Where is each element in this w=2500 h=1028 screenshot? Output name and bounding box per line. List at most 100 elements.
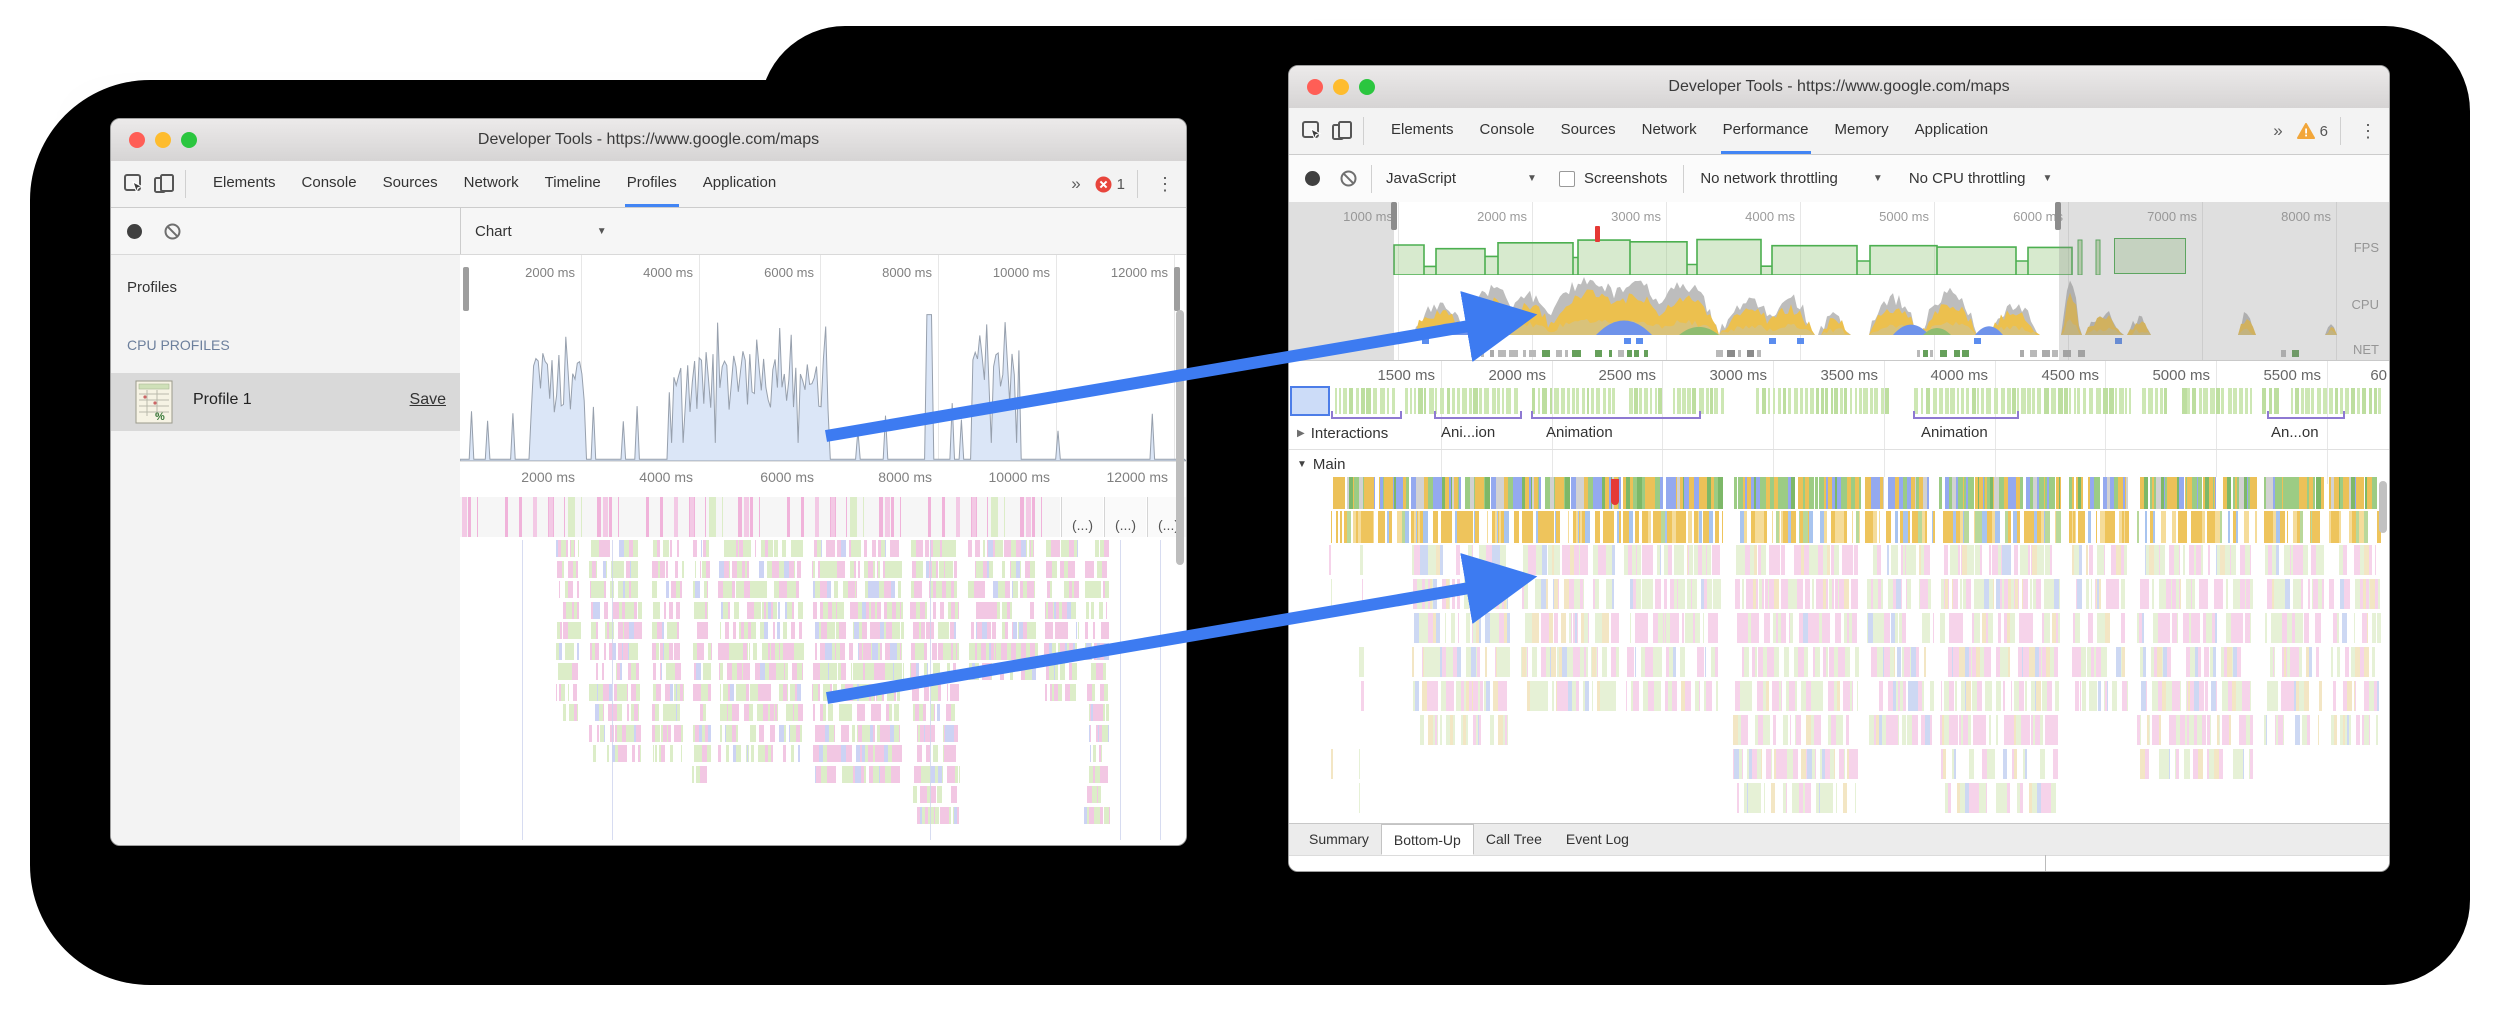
frame-bar[interactable] bbox=[2187, 388, 2190, 414]
frame-bar[interactable] bbox=[2239, 388, 2243, 414]
flamechart-row-segment[interactable] bbox=[910, 602, 959, 619]
main-flame-row-segment[interactable] bbox=[2072, 647, 2125, 677]
main-flame-row-segment[interactable] bbox=[1329, 613, 1331, 643]
main-flame-row-segment[interactable] bbox=[1733, 477, 1861, 509]
main-flame-row-segment[interactable] bbox=[2265, 545, 2324, 575]
flamechart-row-segment[interactable] bbox=[718, 745, 800, 762]
flamechart-row-segment[interactable] bbox=[721, 602, 803, 619]
frame-bar[interactable] bbox=[1881, 388, 1884, 414]
main-flame-row-segment[interactable] bbox=[2266, 579, 2324, 609]
tab-sources[interactable]: Sources bbox=[381, 161, 440, 207]
disclosure-triangle-icon[interactable]: ▶ bbox=[1297, 428, 1305, 439]
js-profiling-select[interactable]: JavaScript ▼ bbox=[1386, 170, 1537, 187]
flamechart-row-segment[interactable] bbox=[695, 704, 709, 721]
main-flame-row-segment[interactable] bbox=[1414, 613, 1510, 643]
frame-bar[interactable] bbox=[2125, 388, 2127, 414]
main-flame-row-segment[interactable] bbox=[1412, 647, 1510, 677]
flamechart-row-segment[interactable] bbox=[913, 725, 958, 742]
flamechart-row-segment[interactable] bbox=[1084, 807, 1110, 824]
flamechart-row-segment[interactable] bbox=[1046, 540, 1078, 557]
main-flame-row-segment[interactable] bbox=[1362, 715, 1363, 745]
main-flame-row-segment[interactable] bbox=[1359, 783, 1360, 813]
device-toolbar-icon-button[interactable] bbox=[149, 161, 179, 207]
frame-bar[interactable] bbox=[2074, 388, 2076, 414]
network-throttling-select[interactable]: No network throttling ▼ bbox=[1700, 170, 1882, 187]
frame-bar[interactable] bbox=[1794, 388, 1798, 414]
flamechart-row-segment[interactable] bbox=[911, 643, 959, 660]
profile-name[interactable]: Profile 1 bbox=[193, 391, 252, 409]
flamechart-row-segment[interactable] bbox=[1087, 786, 1106, 803]
frame-bar[interactable] bbox=[2210, 388, 2215, 414]
flamechart-row-segment[interactable] bbox=[652, 725, 683, 742]
frame-bar[interactable] bbox=[2115, 388, 2117, 414]
flamechart-row-segment[interactable] bbox=[556, 540, 579, 557]
flamechart-row-segment[interactable] bbox=[719, 663, 803, 680]
flamechart-row-segment[interactable] bbox=[588, 622, 642, 639]
tab-sources[interactable]: Sources bbox=[1559, 108, 1618, 154]
frame-bar[interactable] bbox=[1805, 388, 1808, 414]
main-flame-row-segment[interactable] bbox=[2264, 511, 2324, 543]
profile-list-item[interactable]: % Profile 1 Save bbox=[111, 373, 460, 431]
tab-performance[interactable]: Performance bbox=[1721, 108, 1811, 154]
flamechart-row-segment[interactable] bbox=[911, 581, 957, 598]
frame-bar[interactable] bbox=[1800, 388, 1803, 414]
main-flame-row-segment[interactable] bbox=[2141, 681, 2255, 711]
flamechart-row-segment[interactable] bbox=[653, 745, 682, 762]
flamechart-row-segment[interactable] bbox=[912, 745, 956, 762]
flamechart-row-segment[interactable] bbox=[589, 745, 641, 762]
tab-profiles[interactable]: Profiles bbox=[625, 161, 679, 207]
main-flame-row-segment[interactable] bbox=[1868, 681, 1934, 711]
frame-bar[interactable] bbox=[2228, 388, 2232, 414]
main-flame-row-segment[interactable] bbox=[1941, 749, 2058, 779]
main-flame-row-segment[interactable] bbox=[1940, 613, 2060, 643]
console-status-badge[interactable]: 6 bbox=[2291, 108, 2334, 154]
main-flame-row-segment[interactable] bbox=[1623, 545, 1720, 575]
bottom-tab-bottom-up[interactable]: Bottom-Up bbox=[1381, 824, 1474, 855]
flamechart-row-segment[interactable] bbox=[589, 684, 640, 701]
frame-bar[interactable] bbox=[2032, 388, 2035, 414]
flamechart-row-segment[interactable] bbox=[718, 643, 804, 660]
main-flame-row-segment[interactable] bbox=[1733, 579, 1858, 609]
main-flame-row-segment[interactable] bbox=[2329, 545, 2376, 575]
frame-bar[interactable] bbox=[2142, 388, 2146, 414]
record-icon[interactable] bbox=[1305, 171, 1320, 186]
flamechart-row-segment[interactable] bbox=[653, 540, 684, 557]
main-flame-row-segment[interactable] bbox=[2073, 613, 2127, 643]
flamechart-row-segment[interactable] bbox=[1085, 561, 1107, 578]
frame-bar[interactable] bbox=[1424, 388, 1426, 414]
flamechart-row-segment[interactable] bbox=[969, 643, 1038, 660]
flamechart-row-segment[interactable] bbox=[1047, 581, 1079, 598]
frame-bar[interactable] bbox=[2262, 388, 2266, 414]
frame-bar[interactable] bbox=[2221, 388, 2224, 414]
main-flame-row-segment[interactable] bbox=[1623, 477, 1723, 509]
flamechart-row-segment[interactable] bbox=[652, 643, 680, 660]
flamechart-row-segment[interactable] bbox=[815, 643, 902, 660]
flamechart-row-segment[interactable] bbox=[913, 622, 956, 639]
flamechart-row-segment[interactable] bbox=[590, 704, 639, 721]
main-flame-row-segment[interactable] bbox=[2264, 477, 2324, 509]
flamechart-row-segment[interactable] bbox=[969, 663, 1036, 680]
main-flame-row-segment[interactable] bbox=[2333, 613, 2381, 643]
main-flame-row-segment[interactable] bbox=[1415, 715, 1508, 745]
frame-bar[interactable] bbox=[2129, 388, 2131, 414]
frame-bar[interactable] bbox=[2155, 388, 2158, 414]
screenshots-checkbox[interactable] bbox=[1559, 171, 1575, 187]
main-flame-row-segment[interactable] bbox=[1523, 545, 1615, 575]
main-flame-row-segment[interactable] bbox=[2264, 715, 2322, 745]
flamechart-row-segment[interactable] bbox=[913, 807, 959, 824]
tab-network[interactable]: Network bbox=[1640, 108, 1699, 154]
main-flame-row-segment[interactable] bbox=[1865, 511, 1935, 543]
main-flame-row-segment[interactable] bbox=[1941, 545, 2056, 575]
tab-application[interactable]: Application bbox=[1913, 108, 1990, 154]
flamechart-row-segment[interactable] bbox=[719, 540, 803, 557]
bottom-tab-summary[interactable]: Summary bbox=[1297, 824, 1381, 855]
kebab-menu-icon[interactable]: ⋮ bbox=[2347, 108, 2389, 154]
main-flame-row-segment[interactable] bbox=[1865, 477, 1935, 509]
main-flame-row-segment[interactable] bbox=[1361, 681, 1364, 711]
flamechart-row-segment[interactable] bbox=[556, 684, 579, 701]
frame-bar[interactable] bbox=[1855, 388, 1857, 414]
flamechart-row-segment[interactable] bbox=[692, 766, 712, 783]
frame-bar[interactable] bbox=[2357, 388, 2360, 414]
interactions-row-header[interactable]: ▶Interactions bbox=[1297, 418, 1388, 448]
main-flame-row-segment[interactable] bbox=[1623, 511, 1723, 543]
